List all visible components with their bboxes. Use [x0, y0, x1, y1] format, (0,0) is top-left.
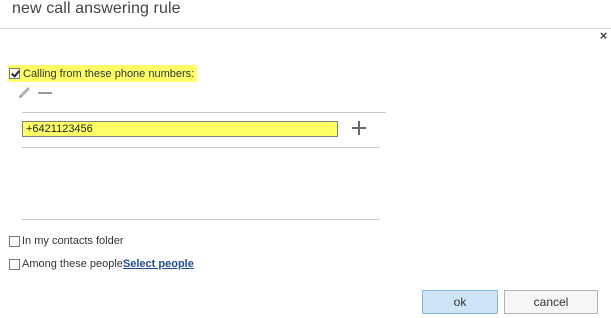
contacts-folder-checkbox[interactable]: [9, 235, 20, 247]
close-icon[interactable]: ×: [598, 29, 609, 42]
title-divider: [0, 28, 611, 29]
calling-from-label: Calling from these phone numbers:: [23, 67, 195, 80]
select-people-link[interactable]: Select people: [123, 258, 194, 270]
plus-icon[interactable]: [352, 121, 366, 135]
list-bottom-divider: [22, 147, 380, 148]
list-top-divider: [22, 112, 386, 113]
among-people-checkbox[interactable]: [9, 258, 20, 270]
cancel-button[interactable]: cancel: [504, 290, 598, 314]
minus-icon[interactable]: [38, 92, 52, 94]
contacts-option-row: In my contacts folder: [9, 235, 124, 247]
people-option-row: Among these people Select people: [9, 258, 194, 270]
among-people-label: Among these people: [22, 258, 123, 270]
ok-button[interactable]: ok: [422, 290, 498, 314]
calling-from-row: Calling from these phone numbers:: [8, 65, 198, 82]
dialog-title: new call answering rule: [12, 0, 181, 17]
contacts-folder-label: In my contacts folder: [22, 235, 124, 247]
phone-number-input[interactable]: +6421123456: [22, 121, 338, 137]
section-divider: [22, 219, 380, 220]
pencil-icon[interactable]: [17, 86, 33, 100]
calling-from-checkbox[interactable]: [9, 68, 20, 79]
